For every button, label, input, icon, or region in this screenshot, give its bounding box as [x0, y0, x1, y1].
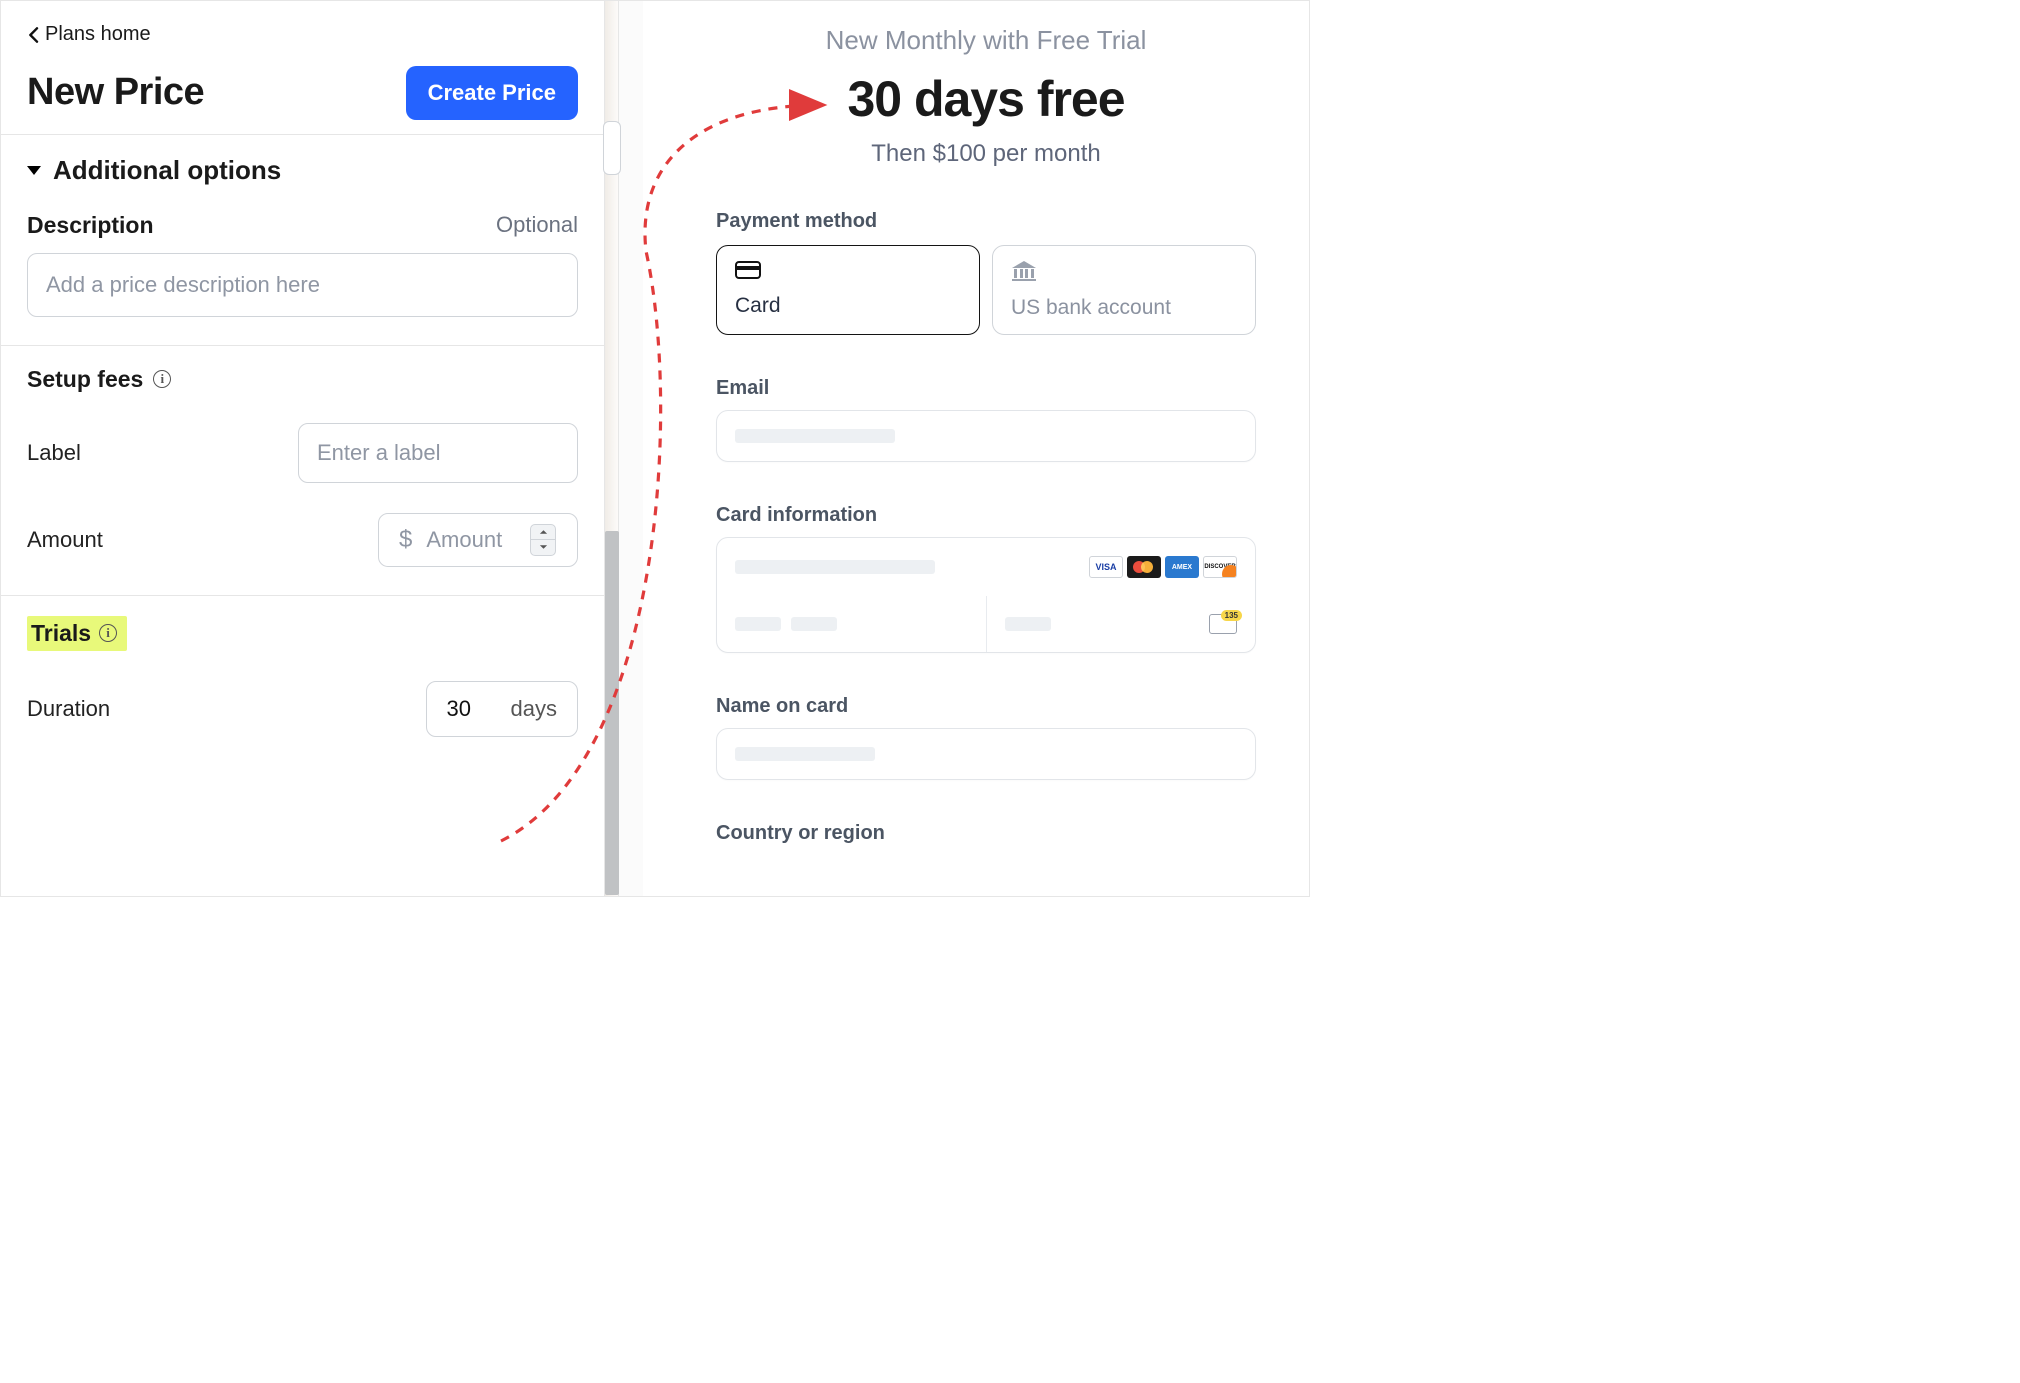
discover-icon: DISCOVER	[1203, 556, 1237, 578]
payment-method-card-label: Card	[735, 294, 961, 318]
splitter-handle-icon[interactable]	[603, 121, 621, 175]
chevron-left-icon	[27, 27, 39, 43]
preview-subtitle: New Monthly with Free Trial	[716, 25, 1256, 56]
setup-fee-label-caption: Label	[27, 440, 81, 466]
email-label: Email	[716, 377, 1256, 400]
amount-stepper[interactable]	[530, 524, 556, 556]
cvc-icon: 135	[1209, 614, 1237, 634]
payment-method-bank-label: US bank account	[1011, 296, 1237, 320]
payment-method-bank[interactable]: US bank account	[992, 245, 1256, 335]
name-on-card-input[interactable]	[716, 728, 1256, 780]
stepper-down-icon[interactable]	[531, 540, 555, 555]
visa-icon: VISA	[1089, 556, 1123, 578]
scrollbar-thumb[interactable]	[605, 531, 619, 895]
disclosure-label: Additional options	[53, 155, 281, 186]
setup-fee-amount-field[interactable]: $	[378, 513, 578, 567]
email-input[interactable]	[716, 410, 1256, 462]
description-input[interactable]	[27, 253, 578, 317]
bank-icon	[1011, 260, 1237, 288]
payment-method-label: Payment method	[716, 210, 1256, 233]
setup-fees-heading: Setup fees	[27, 366, 143, 393]
description-label: Description	[27, 212, 154, 239]
card-brand-icons: VISA AMEX DISCOVER	[1089, 556, 1237, 578]
mastercard-icon	[1127, 556, 1161, 578]
trials-heading: Trials	[31, 620, 91, 647]
preview-headline: 30 days free	[716, 70, 1256, 128]
trial-duration-unit: days	[511, 696, 557, 722]
info-icon[interactable]: i	[153, 370, 171, 388]
breadcrumb-plans-home[interactable]: Plans home	[27, 23, 151, 46]
breadcrumb-label: Plans home	[45, 23, 151, 46]
setup-fee-label-input[interactable]	[298, 423, 578, 483]
trial-duration-input[interactable]	[447, 696, 493, 722]
name-on-card-label: Name on card	[716, 695, 1256, 718]
create-price-button[interactable]: Create Price	[406, 66, 578, 120]
page-title: New Price	[27, 71, 204, 114]
card-number-input[interactable]: VISA AMEX DISCOVER	[717, 538, 1255, 596]
setup-fee-amount-caption: Amount	[27, 527, 103, 553]
country-label: Country or region	[716, 822, 1256, 845]
stepper-up-icon[interactable]	[531, 525, 555, 541]
card-icon	[735, 260, 961, 286]
additional-options-disclosure[interactable]: Additional options	[27, 155, 281, 186]
trial-duration-field[interactable]: days	[426, 681, 578, 737]
trial-duration-caption: Duration	[27, 696, 110, 722]
setup-fee-amount-input[interactable]	[426, 527, 516, 553]
description-optional-tag: Optional	[496, 212, 578, 238]
amex-icon: AMEX	[1165, 556, 1199, 578]
preview-then-line: Then $100 per month	[716, 140, 1256, 168]
info-icon[interactable]: i	[99, 624, 117, 642]
card-cvc-input[interactable]: 135	[986, 596, 1256, 652]
card-info-label: Card information	[716, 504, 1256, 527]
chevron-down-icon	[27, 166, 41, 175]
pane-splitter[interactable]	[605, 1, 643, 896]
currency-symbol: $	[399, 526, 412, 554]
card-expiry-input[interactable]	[717, 596, 986, 652]
payment-method-card[interactable]: Card	[716, 245, 980, 335]
